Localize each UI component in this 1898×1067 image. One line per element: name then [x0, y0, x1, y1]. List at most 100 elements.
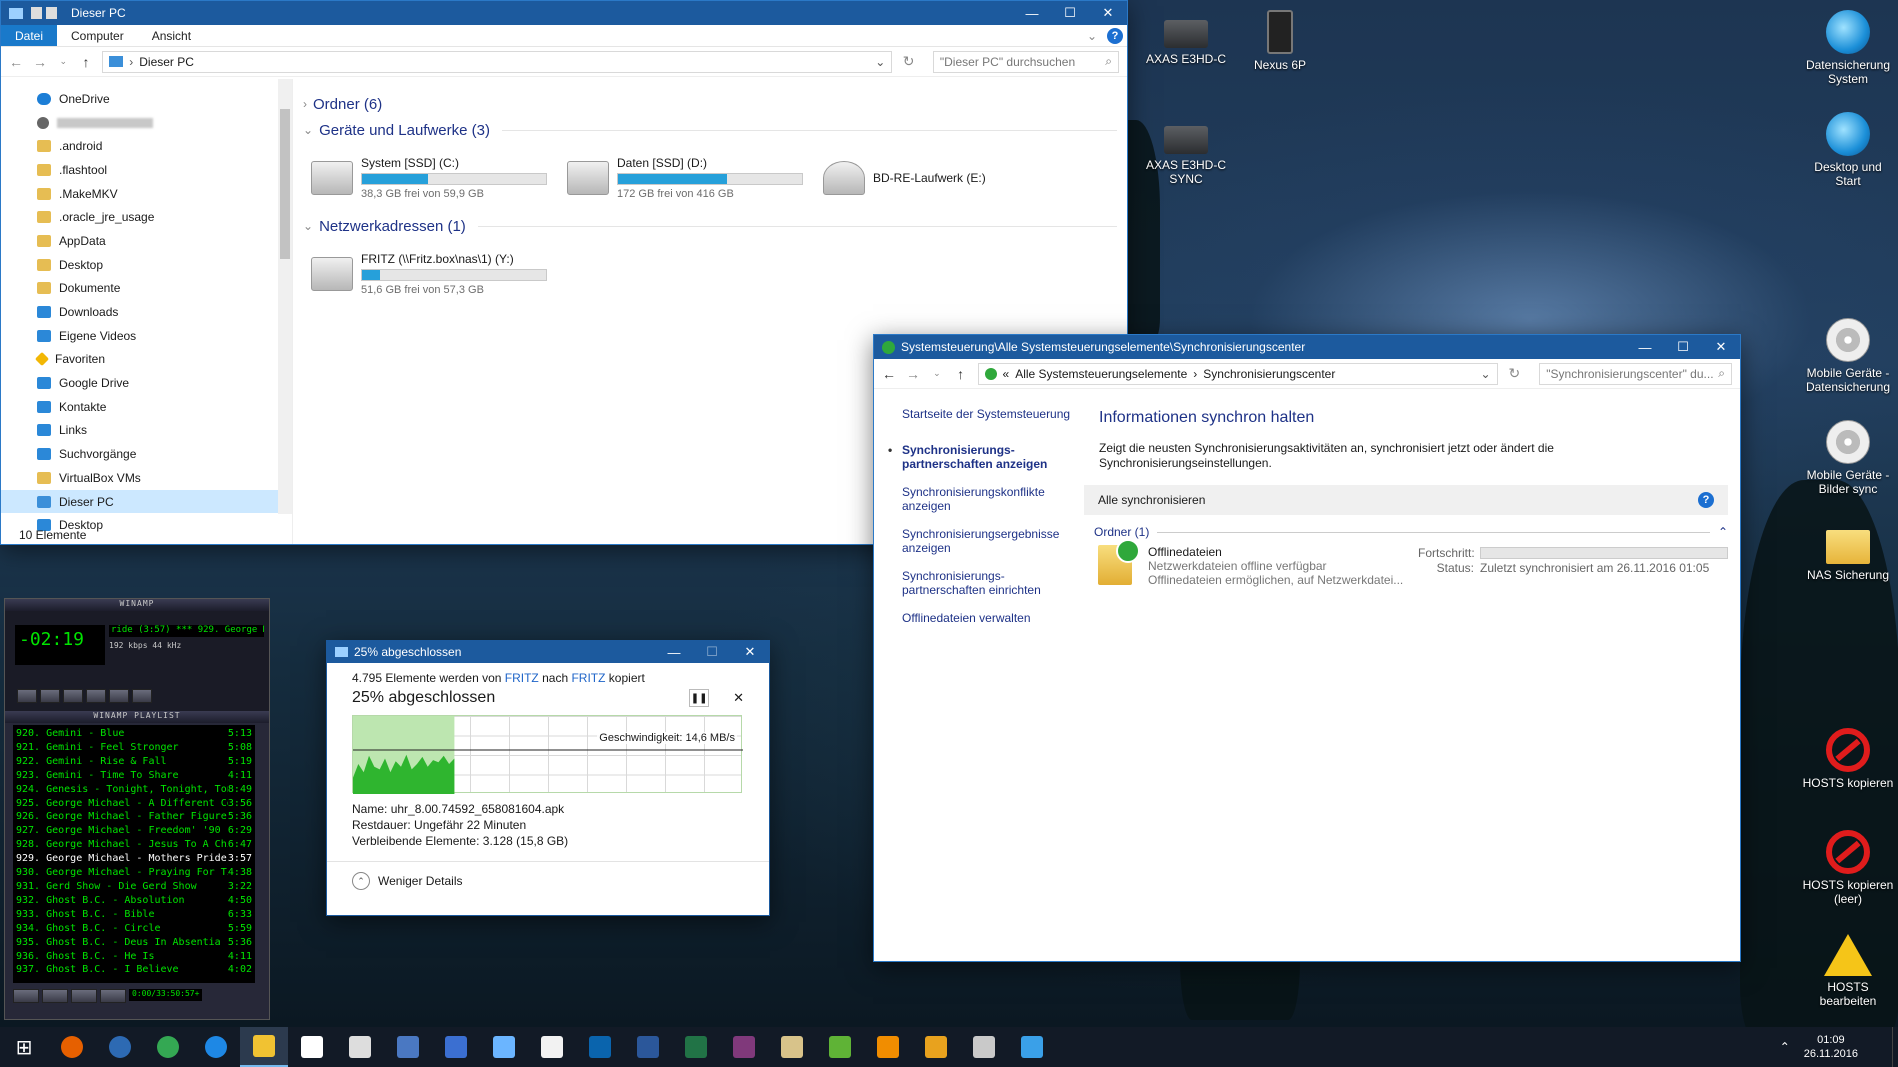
- breadcrumb-item[interactable]: Alle Systemsteuerungselemente: [1015, 367, 1187, 381]
- link-partnerschaften-anzeigen[interactable]: Synchronisierungs- partnerschaften anzei…: [888, 443, 1074, 471]
- destination-link[interactable]: FRITZ: [571, 671, 605, 685]
- playlist-row[interactable]: 930. George Michael - Praying For Time 4:…: [16, 866, 252, 880]
- playlist-row[interactable]: 929. George Michael - Mothers Pride 3:57: [16, 852, 252, 866]
- taskbar-app-calculator[interactable]: [336, 1027, 384, 1067]
- quick-access-icon[interactable]: [46, 7, 57, 19]
- taskbar-app-firefox[interactable]: [48, 1027, 96, 1067]
- taskbar-app-sword-app[interactable]: [768, 1027, 816, 1067]
- navigation-scrollbar[interactable]: [278, 79, 292, 514]
- breadcrumb-item[interactable]: Dieser PC: [139, 55, 194, 69]
- nav-item[interactable]: .MakeMKV: [1, 182, 292, 206]
- expand-ribbon-icon[interactable]: ⌄: [1087, 29, 1097, 43]
- desktop-icon-nas-sicherung[interactable]: NAS Sicherung: [1800, 524, 1896, 582]
- remove-button[interactable]: [42, 989, 68, 1003]
- misc-button[interactable]: [100, 989, 126, 1003]
- winamp-titlebar[interactable]: WINAMP: [5, 599, 269, 611]
- select-button[interactable]: [71, 989, 97, 1003]
- link-partnerschaften-einrichten[interactable]: Synchronisierungs- partnerschaften einri…: [902, 569, 1074, 597]
- scrollbar-thumb[interactable]: [280, 109, 290, 259]
- refresh-icon[interactable]: ↻: [1508, 365, 1522, 382]
- playlist-row[interactable]: 936. Ghost B.C. - He Is 4:11: [16, 950, 252, 964]
- group-header-ordner[interactable]: Ordner (1) ⌃: [1094, 525, 1728, 539]
- help-icon[interactable]: ?: [1107, 27, 1123, 44]
- nav-item[interactable]: .oracle_jre_usage: [1, 205, 292, 229]
- nav-item[interactable]: Favoriten: [1, 348, 292, 372]
- breadcrumb-item[interactable]: Synchronisierungscenter: [1203, 367, 1335, 381]
- time-display[interactable]: -02:19: [15, 625, 105, 665]
- quick-access-icon[interactable]: [31, 7, 42, 19]
- recent-chevron-icon[interactable]: ⌄: [57, 56, 70, 67]
- taskbar-app-windows-app[interactable]: [1008, 1027, 1056, 1067]
- nav-item[interactable]: .android: [1, 134, 292, 158]
- playlist-row[interactable]: 927. George Michael - Freedom' '90 6:29: [16, 824, 252, 838]
- desktop-icon-hosts-bearbeiten[interactable]: HOSTS bearbeiten: [1800, 934, 1896, 1008]
- taskbar-app-settings[interactable]: [480, 1027, 528, 1067]
- copy-titlebar[interactable]: 25% abgeschlossen — ☐ ✕: [327, 641, 769, 663]
- minimize-button[interactable]: —: [655, 641, 693, 663]
- nav-item[interactable]: Downloads: [1, 300, 292, 324]
- nav-item[interactable]: Desktop: [1, 253, 292, 277]
- breadcrumb-overflow-icon[interactable]: «: [1003, 367, 1010, 381]
- drive-e[interactable]: BD-RE-Laufwerk (E:): [823, 161, 1063, 195]
- nav-item[interactable]: OneDrive: [1, 87, 292, 111]
- playlist-row[interactable]: 926. George Michael - Father Figure 5:36: [16, 810, 252, 824]
- close-button[interactable]: ✕: [1089, 1, 1127, 25]
- taskbar-app-chrome[interactable]: [144, 1027, 192, 1067]
- taskbar-app-spreadsheet[interactable]: [816, 1027, 864, 1067]
- network-drive-y[interactable]: FRITZ (\\Fritz.box\nas\1) (Y:) 51,6 GB f…: [311, 252, 551, 296]
- close-button[interactable]: ✕: [731, 641, 769, 663]
- nav-item[interactable]: Dieser PC: [1, 489, 292, 514]
- taskbar-app-onenote[interactable]: [720, 1027, 768, 1067]
- taskbar-app-notepad[interactable]: [528, 1027, 576, 1067]
- playlist-titlebar[interactable]: WINAMP PLAYLIST: [5, 711, 269, 723]
- tab-ansicht[interactable]: Ansicht: [138, 25, 205, 46]
- playlist-row[interactable]: 934. Ghost B.C. - Circle 5:59: [16, 922, 252, 936]
- nav-item[interactable]: VirtualBox VMs: [1, 466, 292, 490]
- playlist-row[interactable]: 928. George Michael - Jesus To A Child 6:…: [16, 838, 252, 852]
- maximize-button[interactable]: ☐: [693, 641, 731, 663]
- playlist-row[interactable]: 920. Gemini - Blue 5:13: [16, 727, 252, 741]
- desktop-icon-axas-e3hd-c[interactable]: AXAS E3HD-C: [1138, 10, 1234, 66]
- tab-computer[interactable]: Computer: [57, 25, 138, 46]
- desktop-icon-mobile-bilder-sync[interactable]: Mobile Geräte - Bilder sync: [1800, 420, 1896, 496]
- taskbar-app-media[interactable]: [384, 1027, 432, 1067]
- sync-item-offlinedateien[interactable]: Offlinedateien Netzwerkdateien offline v…: [1084, 539, 1728, 587]
- add-button[interactable]: [13, 989, 39, 1003]
- eject-button[interactable]: [132, 689, 152, 703]
- taskbar-app-excel[interactable]: [672, 1027, 720, 1067]
- search-input[interactable]: "Dieser PC" durchsuchen ⌕: [932, 50, 1120, 73]
- pause-button[interactable]: ❚❚: [689, 689, 710, 707]
- desktop-icon-hosts-kopieren[interactable]: HOSTS kopieren: [1800, 728, 1896, 790]
- playlist-row[interactable]: 922. Gemini - Rise & Fall 5:19: [16, 755, 252, 769]
- explorer-titlebar[interactable]: Dieser PC — ☐ ✕: [1, 1, 1127, 25]
- back-icon[interactable]: ←: [882, 366, 896, 382]
- recent-chevron-icon[interactable]: ⌄: [930, 368, 944, 379]
- nav-item[interactable]: [1, 111, 292, 135]
- minimize-button[interactable]: —: [1013, 1, 1051, 25]
- playlist-row[interactable]: 933. Ghost B.C. - Bible 6:33: [16, 908, 252, 922]
- sync-all-button[interactable]: Alle synchronisieren: [1098, 493, 1205, 507]
- nav-item[interactable]: Eigene Videos: [1, 324, 292, 348]
- desktop-icon-desktop-und-start[interactable]: Desktop und Start: [1800, 112, 1896, 188]
- nav-item[interactable]: Links: [1, 419, 292, 443]
- search-input[interactable]: "Synchronisierungscenter" du... ⌕: [1539, 362, 1732, 385]
- back-icon[interactable]: ←: [9, 54, 23, 70]
- desktop-icon-hosts-kopieren-leer[interactable]: HOSTS kopieren (leer): [1800, 830, 1896, 906]
- expand-chevron-icon[interactable]: ›: [303, 97, 307, 111]
- pause-button[interactable]: [63, 689, 83, 703]
- play-button[interactable]: [40, 689, 60, 703]
- close-button[interactable]: ✕: [1702, 335, 1740, 359]
- group-header-netzwerk[interactable]: ⌄ Netzwerkadressen (1): [303, 213, 1127, 239]
- playlist-row[interactable]: 935. Ghost B.C. - Deus In Absentia 5:36: [16, 936, 252, 950]
- clock[interactable]: 01:09 26.11.2016: [1804, 1033, 1858, 1061]
- taskbar-app-thunderbird[interactable]: [96, 1027, 144, 1067]
- forward-icon[interactable]: →: [33, 54, 47, 70]
- nav-item[interactable]: AppData: [1, 229, 292, 253]
- drive-c[interactable]: System [SSD] (C:) 38,3 GB frei von 59,9 …: [311, 156, 551, 200]
- playlist-row[interactable]: 937. Ghost B.C. - I Believe 4:02: [16, 963, 252, 977]
- link-konflikte-anzeigen[interactable]: Synchronisierungskonflikte anzeigen: [902, 485, 1074, 513]
- minimize-button[interactable]: —: [1626, 335, 1664, 359]
- address-bar[interactable]: › Dieser PC ⌄: [102, 50, 893, 73]
- link-ergebnisse-anzeigen[interactable]: Synchronisierungsergebnisse anzeigen: [902, 527, 1074, 555]
- less-details-button[interactable]: ⌃ Weniger Details: [327, 861, 769, 900]
